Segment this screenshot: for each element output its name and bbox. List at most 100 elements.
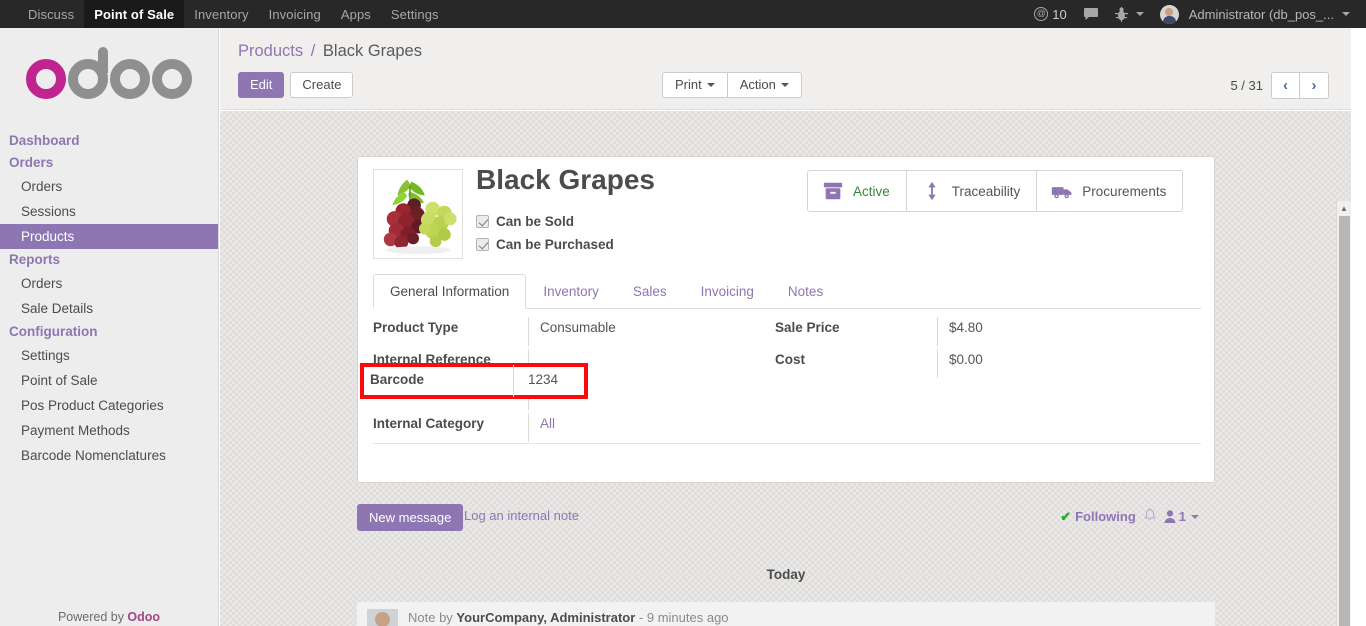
breadcrumb-products[interactable]: Products bbox=[238, 42, 303, 60]
message-item: Note by YourCompany, Administrator - 9 m… bbox=[357, 602, 1215, 626]
sidebar-item-payment-methods[interactable]: Payment Methods bbox=[0, 418, 218, 443]
sidebar-item-orders[interactable]: Orders bbox=[0, 271, 218, 296]
logo-letter-o2 bbox=[110, 59, 150, 99]
menu-item-discuss[interactable]: Discuss bbox=[18, 0, 84, 28]
print-dropdown[interactable]: Print bbox=[662, 72, 728, 98]
breadcrumb-current: Black Grapes bbox=[322, 42, 422, 60]
can-be-sold-label: Can be Sold bbox=[496, 214, 575, 229]
sidebar-item-sessions[interactable]: Sessions bbox=[0, 199, 218, 224]
form-scroll-area: Black Grapes Can be Sold Can be Purchase… bbox=[220, 111, 1351, 626]
sidebar-item-products[interactable]: Products bbox=[0, 224, 218, 249]
barcode-field-label: Barcode bbox=[370, 372, 425, 387]
stat-button-active[interactable]: Active bbox=[808, 171, 906, 211]
stat-button-traceability[interactable]: Traceability bbox=[905, 171, 1037, 211]
form-divider bbox=[373, 443, 1201, 444]
user-menu[interactable]: Administrator (db_pos_... bbox=[1152, 4, 1358, 24]
pager-previous-button[interactable]: ‹ bbox=[1271, 72, 1300, 99]
logo-letter-o1 bbox=[26, 59, 66, 99]
message-author-avatar bbox=[367, 609, 398, 626]
sidebar: Dashboard Orders Orders Sessions Products Rep… bbox=[0, 28, 219, 626]
breadcrumb-separator: / bbox=[310, 42, 316, 60]
menu-item-apps[interactable]: Apps bbox=[331, 0, 381, 28]
field-value-product-type[interactable]: Consumable bbox=[528, 317, 773, 346]
stat-button-procurements[interactable]: Procurements bbox=[1036, 171, 1182, 211]
vertical-scrollbar[interactable]: ▲ ▼ bbox=[1336, 201, 1351, 626]
field-value-internal-category[interactable]: All bbox=[528, 413, 773, 442]
print-action-group: Print Action bbox=[662, 72, 802, 98]
field-value-sale-price[interactable]: $4.80 bbox=[937, 317, 1185, 346]
avatar bbox=[1159, 4, 1179, 24]
message-header: Note by YourCompany, Administrator - 9 m… bbox=[408, 610, 729, 625]
create-button[interactable]: Create bbox=[290, 72, 354, 98]
follower-count-dropdown[interactable]: 1 bbox=[1164, 509, 1199, 524]
debug-menu[interactable] bbox=[1107, 6, 1152, 22]
following-toggle[interactable]: ✔ Following bbox=[1060, 509, 1136, 525]
bell-icon[interactable] bbox=[1143, 508, 1156, 525]
barcode-field-value[interactable]: 1234 bbox=[528, 372, 558, 387]
sidebar-item-pos-product-categories[interactable]: Pos Product Categories bbox=[0, 393, 218, 418]
product-form-sheet: Black Grapes Can be Sold Can be Purchase… bbox=[357, 156, 1215, 483]
field-row: Cost $0.00 bbox=[775, 349, 1185, 381]
form-notebook-tabs: General Information Inventory Sales Invoici… bbox=[373, 274, 1201, 309]
odoo-logo[interactable] bbox=[0, 28, 218, 130]
pager-next-button[interactable]: › bbox=[1300, 72, 1329, 99]
can-be-purchased-checkbox-row[interactable]: Can be Purchased bbox=[476, 237, 614, 252]
sidebar-section-configuration[interactable]: Configuration bbox=[0, 321, 218, 343]
checkbox-checked-icon[interactable] bbox=[476, 215, 489, 228]
systray: @ 10 Administrator (db_pos_... bbox=[1026, 0, 1366, 28]
sidebar-section-orders[interactable]: Orders bbox=[0, 152, 218, 174]
follower-count-label: 1 bbox=[1178, 509, 1186, 524]
message-author[interactable]: YourCompany, Administrator bbox=[456, 610, 635, 625]
checkbox-checked-icon[interactable] bbox=[476, 238, 489, 251]
pager-counter: 5 / 31 bbox=[1230, 78, 1263, 93]
stat-button-active-label: Active bbox=[853, 183, 890, 199]
menu-item-invoicing[interactable]: Invoicing bbox=[259, 0, 331, 28]
powered-prefix: Powered by bbox=[57, 610, 128, 624]
sidebar-section-dashboard[interactable]: Dashboard bbox=[0, 130, 218, 152]
sidebar-item-settings[interactable]: Settings bbox=[0, 343, 218, 368]
field-row: Internal Category All bbox=[373, 413, 773, 445]
message-timestamp: - 9 minutes ago bbox=[635, 610, 729, 625]
following-label: Following bbox=[1075, 509, 1136, 524]
new-message-button[interactable]: New message bbox=[357, 504, 464, 531]
menu-item-point-of-sale[interactable]: Point of Sale bbox=[84, 0, 185, 28]
stat-button-traceability-label: Traceability bbox=[951, 183, 1021, 199]
log-internal-note-button[interactable]: Log an internal note bbox=[464, 508, 579, 523]
sidebar-item-sale-details[interactable]: Sale Details bbox=[0, 296, 218, 321]
sidebar-section-reports[interactable]: Reports bbox=[0, 249, 218, 271]
print-label: Print bbox=[675, 77, 702, 92]
message-prefix: Note by bbox=[408, 610, 457, 625]
tab-invoicing[interactable]: Invoicing bbox=[684, 274, 771, 309]
sidebar-item-orders[interactable]: Orders bbox=[0, 174, 218, 199]
product-image[interactable] bbox=[373, 169, 463, 259]
field-row: Sale Price $4.80 bbox=[775, 317, 1185, 349]
sidebar-item-point-of-sale[interactable]: Point of Sale bbox=[0, 368, 218, 393]
tab-inventory[interactable]: Inventory bbox=[526, 274, 616, 309]
scrollbar-thumb[interactable] bbox=[1339, 216, 1350, 626]
menu-item-inventory[interactable]: Inventory bbox=[184, 0, 258, 28]
sidebar-item-barcode-nomenclatures[interactable]: Barcode Nomenclatures bbox=[0, 443, 218, 468]
tab-sales[interactable]: Sales bbox=[616, 274, 684, 309]
field-label-cost: Cost bbox=[775, 352, 805, 367]
tab-notes[interactable]: Notes bbox=[771, 274, 840, 309]
archive-box-icon bbox=[823, 182, 843, 200]
truck-icon bbox=[1052, 187, 1072, 199]
can-be-sold-checkbox-row[interactable]: Can be Sold bbox=[476, 214, 574, 229]
stat-button-procurements-label: Procurements bbox=[1082, 183, 1167, 199]
menu-item-settings[interactable]: Settings bbox=[381, 0, 449, 28]
check-icon: ✔ bbox=[1060, 508, 1072, 524]
scroll-up-button[interactable]: ▲ bbox=[1337, 201, 1351, 215]
field-value-cost[interactable]: $0.00 bbox=[937, 349, 1185, 378]
stat-button-box: Active Traceability Procurements bbox=[807, 170, 1184, 212]
tab-general-information[interactable]: General Information bbox=[373, 274, 527, 309]
date-separator: Today bbox=[357, 564, 1215, 584]
sidebar-menu: Dashboard Orders Orders Sessions Products Rep… bbox=[0, 130, 218, 468]
action-dropdown[interactable]: Action bbox=[727, 72, 802, 98]
breadcrumb: Products / Black Grapes bbox=[238, 42, 422, 61]
message-body: Note by YourCompany, Administrator - 9 m… bbox=[408, 609, 729, 626]
followers-area: ✔ Following 1 bbox=[1060, 508, 1199, 525]
mentions-indicator[interactable]: @ 10 bbox=[1026, 7, 1074, 22]
messages-icon[interactable] bbox=[1075, 7, 1107, 21]
barcode-highlight-divider bbox=[513, 365, 514, 397]
edit-button[interactable]: Edit bbox=[238, 72, 285, 98]
